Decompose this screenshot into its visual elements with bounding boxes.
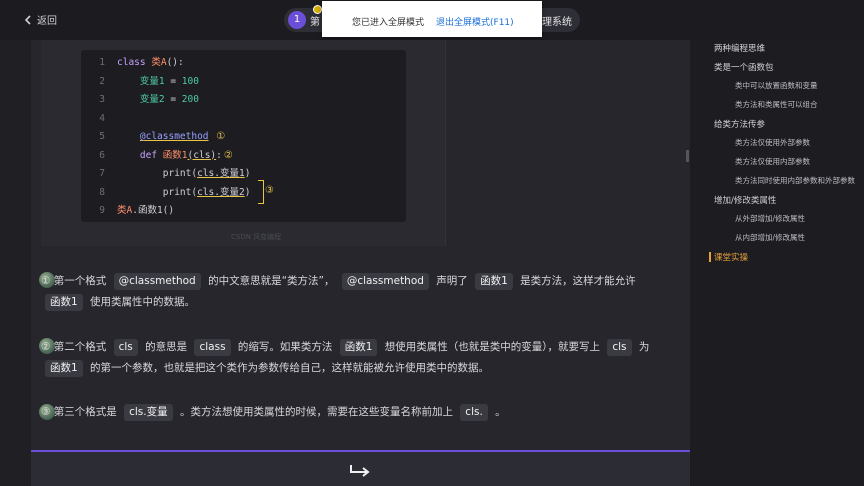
para-number: ② (41, 341, 51, 353)
code-tag: cls (113, 339, 138, 356)
para-number: ① (41, 275, 51, 287)
lesson-title-left: 第 (310, 17, 320, 28)
para-text: 的缩写。如果类方法 (237, 341, 333, 353)
fullscreen-message: 您已进入全屏模式 (352, 18, 425, 28)
code-tag: @classmethod (113, 273, 201, 290)
para-text: 声明了 (436, 275, 468, 287)
code-tag: class (194, 339, 231, 356)
code-line: 9 类A.函数1() (81, 202, 406, 220)
para-text: 。类方法想使用类属性的时候，需要在这些变量名称前加上 (179, 406, 453, 418)
code-line: 1 class 类A(): (81, 54, 406, 72)
code-text: @classmethod ① (139, 131, 226, 142)
para-text: 的第一个参数，也就是把这个类作为参数传给自己，这样就能被允许使用类中的数据。 (90, 362, 490, 374)
lesson-number-badge: 1 (288, 11, 306, 29)
back-button[interactable]: 返回 (24, 12, 57, 27)
code-tag: cls. (460, 404, 488, 421)
line-number: 6 (99, 149, 105, 161)
code-tag: 函数1 (475, 273, 513, 290)
para-text: 是类方法，这样才能允许 (520, 275, 636, 287)
code-tag: cls.变量 (124, 404, 173, 421)
para-number: ③ (41, 406, 51, 418)
table-of-contents: 两种编程思维 类是一个函数包类中可以放置函数和变量 类方法和类属性可以组合给类方法传… (690, 40, 864, 486)
code-tag: @classmethod (341, 273, 429, 290)
toc-item[interactable]: 给类方法传参 (714, 118, 765, 130)
line-number: 5 (99, 131, 105, 142)
para-text: 的意思是 (145, 341, 188, 353)
code-line: 8 print(cls.变量2) (81, 184, 406, 202)
para-text: 。 (495, 406, 506, 418)
toc-item[interactable]: 类中可以放置函数和变量 (735, 80, 818, 91)
para-text: 想使用类属性（也就是类中的变量），就要写上 (384, 341, 601, 353)
code-tag: cls (607, 339, 632, 356)
code-line: 4 (81, 110, 406, 128)
code-line: 6 def 函数1(cls): ② (81, 147, 406, 165)
chevron-left-icon (24, 14, 31, 25)
code-block: ③ 1 class 类A(): 2 变量1 = 100 3 变量2 = 200 4 5 @… (81, 50, 406, 222)
code-text: class 类A(): (117, 57, 184, 68)
code-text: 类A.函数1() (117, 205, 175, 216)
code-text: 变量2 = 200 (139, 94, 199, 105)
code-tag: 函数1 (45, 360, 83, 377)
code-text: print(cls.变量1) (117, 168, 251, 179)
toc-item[interactable]: 增加/修改类属性 (714, 194, 776, 206)
code-line: 5 @classmethod ① (81, 128, 406, 146)
line-number: 2 (99, 75, 105, 87)
paragraph-3: ③ 第三个格式是 cls.变量 。类方法想使用类属性的时候，需要在这些变量名称前… (41, 402, 681, 423)
code-line: 3 变量2 = 200 (81, 91, 406, 109)
line-number: 7 (99, 168, 105, 179)
line-number: 1 (99, 57, 105, 68)
para-text: 第二个格式 (53, 341, 107, 353)
line-number: 8 (99, 186, 105, 198)
toc-item[interactable]: 课堂实操 (714, 251, 748, 263)
toc-item[interactable]: 从内部增加/修改属性 (735, 232, 805, 243)
line-number: 3 (99, 94, 105, 105)
toc-item[interactable]: 两种编程思维 (714, 42, 765, 54)
toc-item[interactable]: 从外部增加/修改属性 (735, 213, 805, 224)
code-line: 2 变量1 = 100 (81, 73, 406, 91)
code-tag: 函数1 (339, 339, 378, 356)
code-text: 变量1 = 100 (139, 75, 199, 87)
fullscreen-notice: 您已进入全屏模式 退出全屏模式(F11) (322, 1, 542, 37)
toc-item[interactable]: 类方法同时使用内部参数和外部参数 (735, 175, 855, 186)
para-text: 使用类属性中的数据。 (90, 296, 196, 308)
scrollbar-thumb[interactable] (686, 150, 689, 162)
para-text: 第一个格式 (53, 275, 107, 287)
code-image-panel: ③ 1 class 类A(): 2 变量1 = 100 3 变量2 = 200 4 5 @… (41, 40, 446, 246)
mouse-cursor-icon (313, 5, 322, 14)
para-text: 为 (638, 341, 650, 353)
toc-item[interactable]: 类方法仅使用内部参数 (735, 156, 810, 167)
code-text: def 函数1(cls): ② (139, 149, 233, 161)
para-text: 第三个格式是 (53, 406, 117, 418)
toc-active-marker (709, 252, 711, 262)
bottom-action-bar (31, 450, 690, 486)
toc-item[interactable]: 类方法仅使用外部参数 (735, 137, 810, 148)
code-tag: 函数1 (45, 294, 83, 311)
lesson-content: ③ 1 class 类A(): 2 变量1 = 100 3 变量2 = 200 4 5 @… (31, 40, 690, 450)
back-label: 返回 (37, 16, 57, 27)
exit-fullscreen-link[interactable]: 退出全屏模式(F11) (436, 15, 514, 28)
para-text: 的中文意思就是“类方法”， (208, 275, 335, 287)
code-line: 7 print(cls.变量1) (81, 165, 406, 183)
line-number: 4 (99, 112, 105, 124)
watermark: CSDN 风变编程 (231, 233, 282, 241)
line-number: 9 (99, 205, 105, 216)
paragraph-2: ② 第二个格式 cls 的意思是 class 的缩写。如果类方法 函数1 想使用… (41, 337, 681, 379)
paragraph-1: ① 第一个格式 @classmethod 的中文意思就是“类方法”， @clas… (41, 271, 681, 313)
code-text: print(cls.变量2) (117, 186, 251, 198)
enter-arrow-icon[interactable] (347, 461, 373, 479)
toc-item[interactable]: 类方法和类属性可以组合 (735, 99, 818, 110)
toc-item[interactable]: 类是一个函数包 (714, 61, 774, 73)
